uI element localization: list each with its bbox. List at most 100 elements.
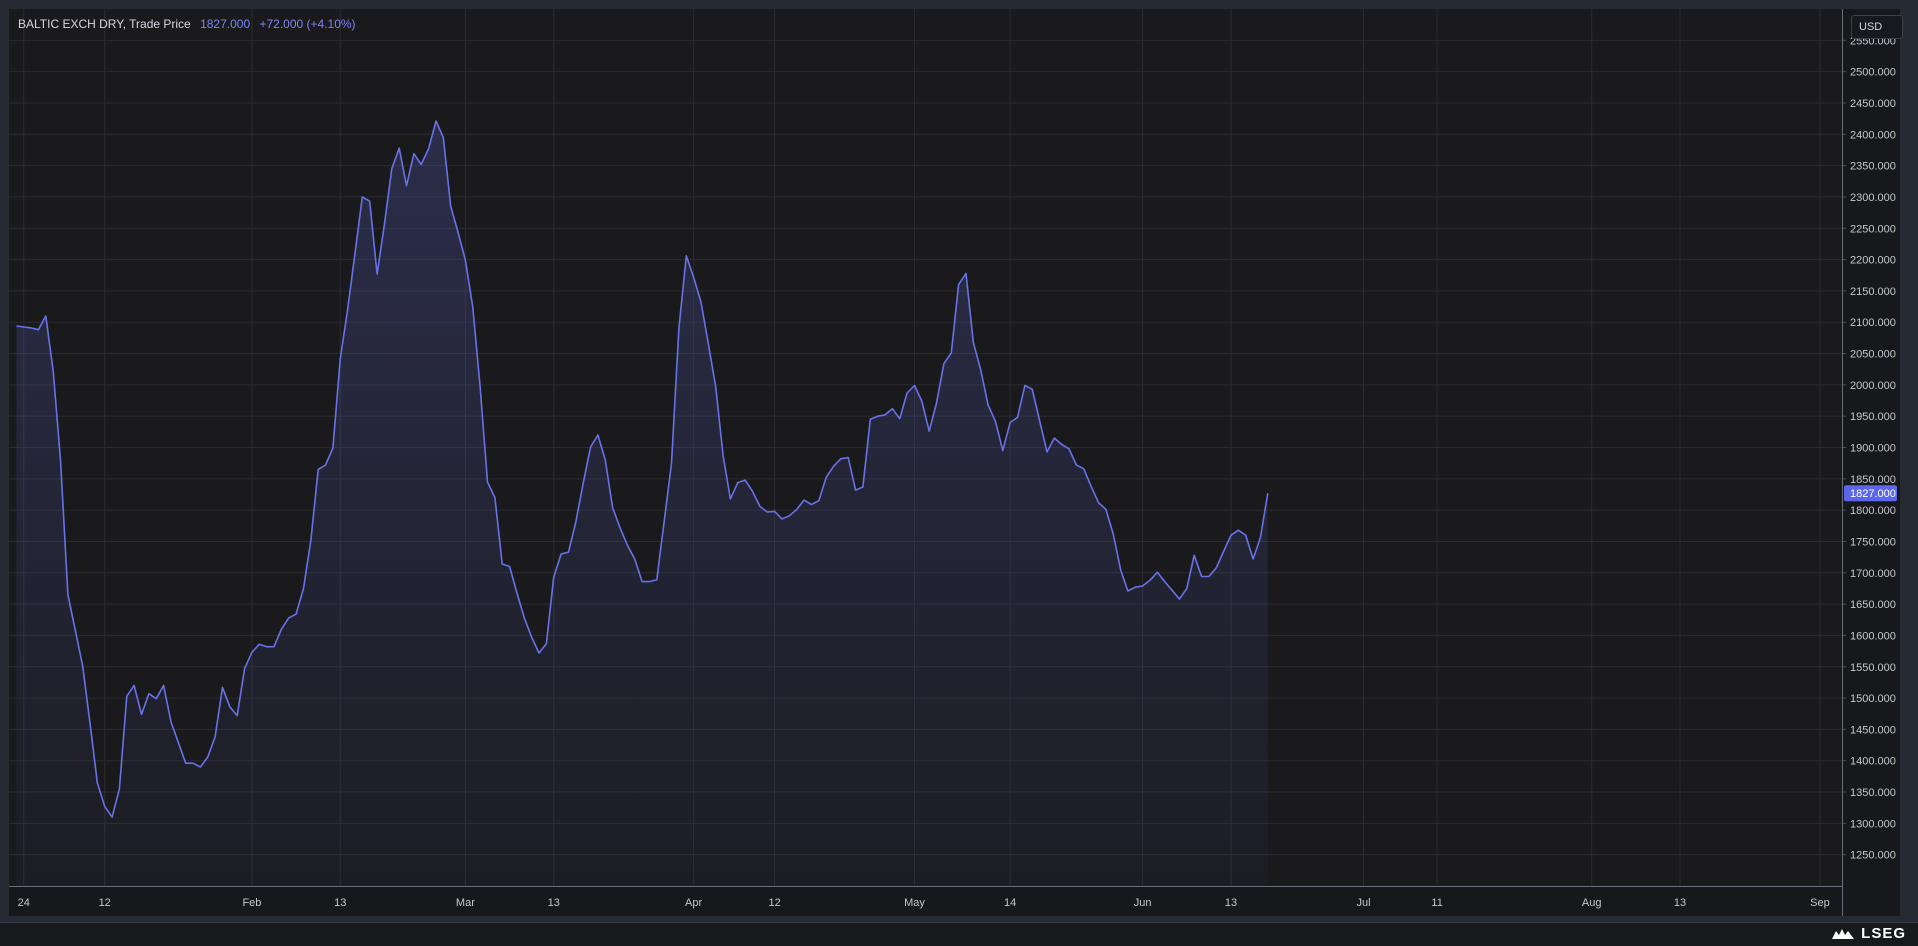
data-point	[1170, 588, 1174, 592]
data-point	[699, 300, 703, 304]
data-point	[802, 498, 806, 502]
x-tick-label: Sep	[1810, 897, 1830, 909]
data-point	[964, 271, 968, 275]
legend-symbol: BALTIC EXCH DRY, Trade Price	[18, 17, 191, 31]
y-tick-label: 1900.000	[1850, 443, 1896, 455]
data-point	[773, 509, 777, 513]
data-point	[1060, 442, 1064, 446]
data-point	[552, 575, 556, 579]
data-point	[279, 627, 283, 631]
data-point	[309, 539, 313, 543]
x-tick-label: May	[904, 897, 925, 909]
data-point	[132, 684, 136, 688]
data-point	[728, 497, 732, 501]
data-point	[817, 499, 821, 503]
data-point	[515, 591, 519, 595]
data-point	[692, 275, 696, 279]
data-point	[493, 496, 497, 500]
data-point	[508, 565, 512, 569]
y-tick-label: 1950.000	[1850, 411, 1896, 423]
data-point	[832, 464, 836, 468]
y-tick-label: 2000.000	[1850, 380, 1896, 392]
data-point	[1200, 575, 1204, 579]
price-axis-panel	[1842, 9, 1900, 916]
data-point	[537, 651, 541, 655]
data-point	[1155, 570, 1159, 574]
data-point	[1229, 533, 1233, 537]
data-point	[213, 735, 217, 739]
data-point	[154, 697, 158, 701]
brand-logo: LSEG	[1831, 925, 1906, 942]
data-point	[66, 593, 70, 597]
legend-change: +72.000 (+4.10%)	[259, 17, 356, 31]
data-point	[883, 413, 887, 417]
data-point	[360, 195, 364, 199]
data-point	[331, 446, 335, 450]
currency-button[interactable]: USD	[1851, 15, 1903, 39]
data-point	[1163, 580, 1167, 584]
data-point	[29, 326, 33, 330]
data-point	[243, 667, 247, 671]
data-point	[890, 407, 894, 411]
data-point	[1258, 536, 1262, 540]
bottom-bar	[0, 922, 1918, 946]
data-point	[419, 162, 423, 166]
y-tick-label: 1600.000	[1850, 630, 1896, 642]
x-tick-label: 12	[99, 897, 111, 909]
data-point	[1074, 463, 1078, 467]
data-point	[611, 506, 615, 510]
data-point	[375, 272, 379, 276]
x-tick-label: Jun	[1134, 897, 1152, 909]
data-point	[397, 146, 401, 150]
x-tick-label: 14	[1004, 897, 1016, 909]
data-point	[522, 616, 526, 620]
data-point	[463, 258, 467, 262]
x-tick-label: 12	[768, 897, 780, 909]
data-point	[500, 562, 504, 566]
data-point	[427, 147, 431, 151]
data-point	[294, 612, 298, 616]
data-point	[596, 433, 600, 437]
data-point	[809, 503, 813, 507]
data-point	[302, 586, 306, 590]
y-tick-label: 1400.000	[1850, 756, 1896, 768]
x-tick-label: 13	[1225, 897, 1237, 909]
data-point	[1016, 415, 1020, 419]
y-tick-label: 1500.000	[1850, 693, 1896, 705]
data-point	[1038, 419, 1042, 423]
data-point	[589, 445, 593, 449]
data-point	[1008, 420, 1012, 424]
chart-canvas[interactable]: 1250.000 1300.000 1350.000 1400.000 1450.000…	[0, 0, 1918, 945]
data-point	[250, 650, 254, 654]
data-point	[316, 467, 320, 471]
x-tick-label: Aug	[1582, 897, 1602, 909]
data-point	[235, 714, 239, 718]
data-point	[117, 787, 121, 791]
data-point	[625, 543, 629, 547]
y-tick-label: 1750.000	[1850, 536, 1896, 548]
data-point	[1141, 584, 1145, 588]
x-tick-label: 13	[334, 897, 346, 909]
data-point	[346, 308, 350, 312]
y-tick-label: 2350.000	[1850, 161, 1896, 173]
data-point	[324, 463, 328, 467]
data-point	[765, 510, 769, 514]
data-point	[1089, 484, 1093, 488]
data-point	[1119, 568, 1123, 572]
data-point	[935, 401, 939, 405]
data-point	[14, 324, 18, 328]
data-point	[876, 414, 880, 418]
time-axis-panel	[9, 886, 1842, 916]
y-tick-label: 1800.000	[1850, 505, 1896, 517]
data-point	[103, 804, 107, 808]
data-point	[1251, 557, 1255, 561]
data-point	[942, 362, 946, 366]
data-point	[706, 342, 710, 346]
data-point	[662, 519, 666, 523]
data-point	[1067, 447, 1071, 451]
data-point	[618, 526, 622, 530]
data-point	[640, 580, 644, 584]
data-point	[1052, 436, 1056, 440]
data-point	[647, 580, 651, 584]
data-point	[59, 458, 63, 462]
